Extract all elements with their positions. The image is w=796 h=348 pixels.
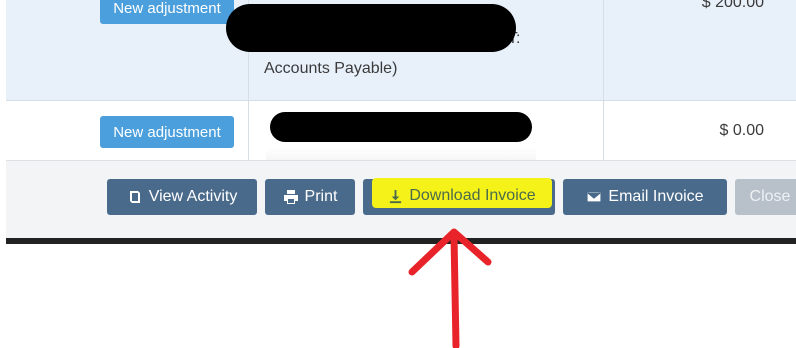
close-label: Close bbox=[749, 188, 791, 205]
new-adjustment-button[interactable]: New adjustment bbox=[100, 0, 234, 24]
email-invoice-label: Email Invoice bbox=[608, 188, 704, 205]
printer-icon bbox=[283, 190, 298, 204]
redaction-mark bbox=[226, 4, 516, 52]
row-amount: $ 200.00 bbox=[701, 0, 764, 11]
envelope-icon bbox=[586, 191, 603, 203]
download-icon bbox=[390, 189, 402, 203]
modal-bottom-edge bbox=[6, 238, 796, 244]
row-amount: $ 0.00 bbox=[719, 122, 764, 139]
book-icon bbox=[129, 191, 140, 203]
cell-divider bbox=[248, 101, 249, 160]
email-invoice-button[interactable]: Email Invoice bbox=[563, 179, 727, 215]
adjustments-table: New adjustment T: Accounts Payable) $ 20… bbox=[0, 0, 796, 160]
view-activity-button[interactable]: View Activity bbox=[107, 179, 257, 215]
close-button[interactable]: Close bbox=[735, 179, 796, 215]
download-invoice-label: Download Invoice bbox=[409, 187, 536, 204]
print-button[interactable]: Print bbox=[265, 179, 355, 215]
print-label: Print bbox=[304, 188, 338, 205]
view-activity-label: View Activity bbox=[148, 188, 238, 205]
arrow-shaft bbox=[450, 232, 460, 348]
new-adjustment-button[interactable]: New adjustment bbox=[100, 116, 234, 148]
cell-divider bbox=[603, 101, 604, 160]
row-description: Accounts Payable) bbox=[264, 60, 398, 77]
cut-off-text bbox=[266, 148, 536, 160]
download-invoice-overlay[interactable]: Download Invoice bbox=[372, 178, 552, 214]
cell-divider bbox=[603, 0, 604, 100]
redaction-mark bbox=[270, 112, 532, 142]
